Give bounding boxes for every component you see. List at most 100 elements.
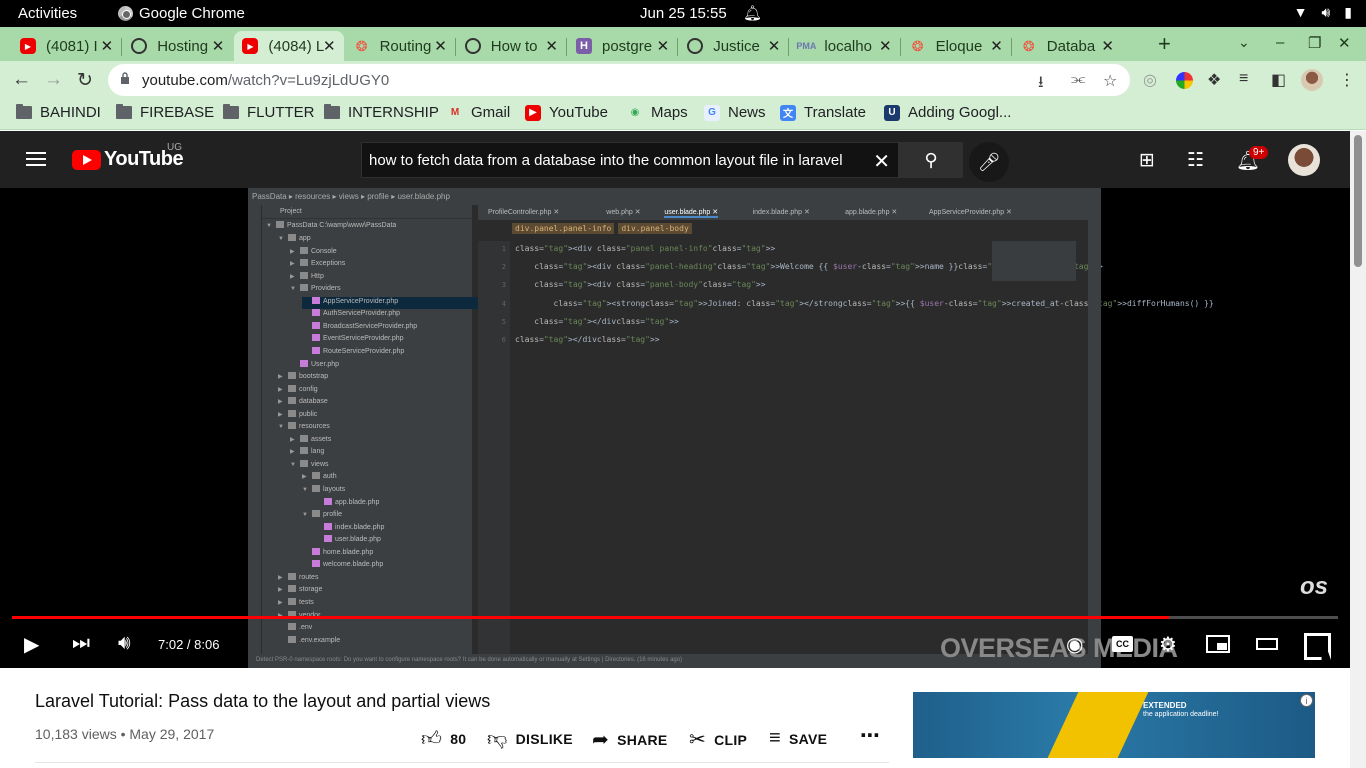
notification-badge: 9+ xyxy=(1249,146,1269,159)
tab-close-icon[interactable]: ✕ xyxy=(657,37,670,55)
youtube-logo[interactable]: YouTube UG xyxy=(72,142,184,171)
clip-label: CLIP xyxy=(714,731,748,748)
bookmark-star-icon[interactable]: ☆ xyxy=(1103,71,1117,91)
tab-separator xyxy=(1010,38,1012,56)
app-menu[interactable]: Google Chrome xyxy=(118,5,245,22)
tab-close-icon[interactable]: ✕ xyxy=(323,37,336,55)
bookmark-adding-googl[interactable]: U Adding Googl... xyxy=(884,104,1011,121)
dislike-button[interactable]: 👎︎ DISLIKE xyxy=(487,727,573,751)
tab-1[interactable]: Hosting ✕ xyxy=(123,31,232,61)
voice-search-mic-icon[interactable]: 🎤︎ xyxy=(969,142,1009,182)
bookmark-flutter[interactable]: FLUTTER xyxy=(223,104,315,121)
hamburger-menu-icon[interactable] xyxy=(26,152,46,166)
create-video-icon[interactable]: ⊞ xyxy=(1139,149,1155,172)
user-avatar[interactable] xyxy=(1288,144,1320,176)
bookmark-internship[interactable]: INTERNSHIP xyxy=(324,104,439,121)
progress-bar[interactable] xyxy=(12,616,1338,619)
restore-icon[interactable]: ❐ xyxy=(1308,34,1321,52)
profile-avatar[interactable] xyxy=(1301,69,1323,91)
laravel-icon: ❂ xyxy=(355,37,368,54)
autoplay-toggle-icon[interactable]: ◉ xyxy=(1066,632,1083,657)
captions-icon[interactable]: CC xyxy=(1112,636,1133,652)
color-extension-icon[interactable] xyxy=(1176,72,1193,89)
search-input[interactable]: how to fetch data from a database into t… xyxy=(361,142,899,178)
chrome-menu-icon[interactable]: ⋮ xyxy=(1339,70,1355,90)
translate-icon: 文 xyxy=(780,104,796,121)
share-icon[interactable]: ⫘ xyxy=(1071,71,1085,89)
tree-item: .env xyxy=(278,623,312,635)
apps-grid-icon[interactable]: ☷ xyxy=(1187,149,1204,172)
youtube-icon: ▶ xyxy=(20,38,36,54)
news-icon: G xyxy=(704,104,720,121)
settings-gear-icon[interactable]: ⚙ xyxy=(1159,632,1177,657)
bookmark-maps[interactable]: ◉ Maps xyxy=(627,104,688,121)
video-player[interactable]: PassData ▸ resources ▸ views ▸ profile ▸… xyxy=(0,188,1350,668)
ad-banner[interactable]: EXTENDED the application deadline! xyxy=(913,692,1315,758)
play-icon[interactable]: ▶ xyxy=(24,632,39,657)
address-bar[interactable]: youtube.com/watch?v=Lu9zjLdUGY0 ⭳ ⫘ ☆ xyxy=(108,64,1130,96)
minimize-icon[interactable]: – xyxy=(1276,34,1284,51)
extensions-puzzle-icon[interactable]: ❖ xyxy=(1207,70,1221,90)
more-actions-icon[interactable]: ⋯ xyxy=(860,723,880,748)
bookmark-bahindi[interactable]: BAHINDI xyxy=(16,104,101,121)
new-tab-plus-icon[interactable]: + xyxy=(1158,31,1171,57)
extension-globe-icon[interactable]: ◎ xyxy=(1143,70,1157,90)
next-icon[interactable]: ⏭︎ xyxy=(72,632,90,655)
share-button[interactable]: ➦ SHARE xyxy=(592,727,668,752)
tab-6[interactable]: Justice ✕ xyxy=(679,31,788,61)
tab-8[interactable]: ❂ Eloque ✕ xyxy=(902,31,1011,61)
clock[interactable]: Jun 25 15:55 xyxy=(640,5,727,22)
system-tray[interactable]: ▼ 🔊︎ ▮ xyxy=(1294,4,1352,21)
bookmark-label: Translate xyxy=(804,104,866,121)
tree-item: ▶ database xyxy=(278,397,328,406)
tab-4[interactable]: How to ✕ xyxy=(457,31,566,61)
media-controls-icon[interactable]: ≡ xyxy=(1239,70,1248,88)
search-button[interactable]: ⚲ xyxy=(899,142,963,178)
tab-close-icon[interactable]: ✕ xyxy=(1101,37,1114,55)
close-window-icon[interactable]: ✕ xyxy=(1338,34,1351,52)
tab-close-icon[interactable]: ✕ xyxy=(768,37,781,55)
tab-7[interactable]: PMA localho ✕ xyxy=(790,31,899,61)
save-button[interactable]: ≡ SAVE xyxy=(769,727,827,750)
scrollbar-thumb[interactable] xyxy=(1354,135,1362,267)
tab-3[interactable]: ❂ Routing ✕ xyxy=(346,31,455,61)
back-arrow-icon[interactable]: ← xyxy=(12,69,31,91)
tab-close-icon[interactable]: ✕ xyxy=(212,37,225,55)
side-panel-icon[interactable]: ◧ xyxy=(1271,70,1286,90)
activities-button[interactable]: Activities xyxy=(18,5,77,22)
tab-close-icon[interactable]: ✕ xyxy=(879,37,892,55)
ide-editor-tab: ProfileController.php ✕ xyxy=(488,209,560,216)
clear-search-icon[interactable]: ✕ xyxy=(873,149,890,174)
bookmark-gmail[interactable]: M Gmail xyxy=(447,104,510,121)
tab-2[interactable]: ▶ (4084) L ✕ xyxy=(234,31,344,61)
bookmark-youtube[interactable]: ▶ YouTube xyxy=(525,104,608,121)
bookmark-translate[interactable]: 文 Translate xyxy=(780,104,866,121)
volume-icon[interactable]: 🔊︎ xyxy=(118,632,131,655)
bookmark-firebase[interactable]: FIREBASE xyxy=(116,104,214,121)
theater-mode-icon[interactable] xyxy=(1256,638,1278,650)
tab-close-icon[interactable]: ✕ xyxy=(434,37,447,55)
reload-icon[interactable]: ↻ xyxy=(77,69,93,92)
tab-9[interactable]: ❂ Databa ✕ xyxy=(1013,31,1122,61)
install-app-icon[interactable]: ⭳ xyxy=(1038,71,1044,98)
tree-item: ▶ storage xyxy=(278,585,323,594)
bookmark-news[interactable]: G News xyxy=(704,104,766,121)
channel-watermark[interactable]: os xyxy=(1300,573,1328,601)
forward-arrow-icon[interactable]: → xyxy=(44,69,63,91)
divider xyxy=(35,762,889,763)
tab-search-chevron-icon[interactable]: ⌄ xyxy=(1238,34,1250,51)
tab-close-icon[interactable]: ✕ xyxy=(101,37,114,55)
miniplayer-icon[interactable] xyxy=(1206,635,1230,653)
fullscreen-icon[interactable] xyxy=(1304,633,1325,654)
tree-item: ▼ app xyxy=(278,234,311,242)
tab-close-icon[interactable]: ✕ xyxy=(990,37,1003,55)
clip-button[interactable]: ✂ CLIP xyxy=(689,727,747,752)
tab-5[interactable]: Hpostgre ✕ xyxy=(568,31,677,61)
browser-toolbar: ← → ↻ youtube.com/watch?v=Lu9zjLdUGY0 ⭳ … xyxy=(0,61,1366,99)
code-line: class="tag"><strongclass="tag">>Joined: … xyxy=(553,298,1214,308)
like-button[interactable]: 👍︎ 80 xyxy=(421,727,466,751)
tab-close-icon[interactable]: ✕ xyxy=(545,37,558,55)
page-scrollbar[interactable] xyxy=(1350,131,1366,768)
tab-0[interactable]: ▶ (4081) I ✕ xyxy=(12,31,121,61)
ad-info-icon[interactable]: i xyxy=(1300,694,1313,707)
